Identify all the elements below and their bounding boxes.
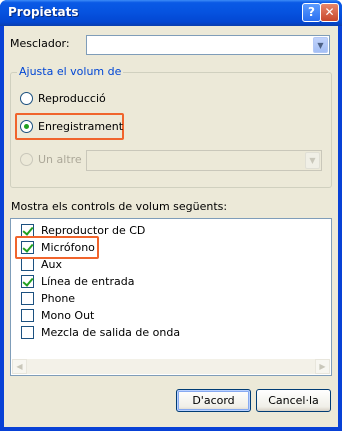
list-item[interactable]: Mono Out: [41, 309, 94, 322]
window-title: Propietats: [8, 5, 79, 19]
controls-label: Mostra els controls de volum següents:: [11, 200, 228, 213]
other-dropdown[interactable]: ▼: [86, 150, 322, 171]
list-item[interactable]: Mezcla de salida de onda: [41, 326, 180, 339]
radio-playback[interactable]: [20, 92, 33, 105]
list-item[interactable]: Aux: [41, 258, 62, 271]
cancel-button[interactable]: Cancel·la: [256, 389, 331, 412]
horizontal-scrollbar[interactable]: ◀ ▶: [12, 359, 330, 374]
list-item[interactable]: Línea de entrada: [41, 275, 134, 288]
checkbox-wave-out-mix[interactable]: [21, 326, 34, 339]
radio-playback-label[interactable]: Reproducció: [38, 92, 106, 105]
list-item[interactable]: Phone: [41, 292, 75, 305]
chevron-down-icon[interactable]: ▼: [313, 37, 328, 53]
chevron-down-icon[interactable]: ▼: [305, 152, 320, 169]
title-bar[interactable]: Propietats ? ✕: [0, 0, 342, 26]
radio-other-label[interactable]: Un altre: [38, 153, 82, 166]
checkbox-aux[interactable]: [21, 258, 34, 271]
checkbox-mono-out[interactable]: [21, 309, 34, 322]
close-button[interactable]: ✕: [320, 3, 339, 22]
dialog-body: Mesclador: ▼ Ajusta el volum de Reproduc…: [4, 26, 338, 427]
arrow-left-icon[interactable]: ◀: [12, 359, 27, 374]
mixer-dropdown[interactable]: ▼: [86, 35, 330, 55]
volume-group-title: Ajusta el volum de: [17, 65, 124, 78]
help-button[interactable]: ?: [302, 3, 321, 22]
checkbox-phone[interactable]: [21, 292, 34, 305]
ok-button[interactable]: D'acord: [176, 389, 251, 412]
mixer-label: Mesclador:: [10, 37, 70, 50]
radio-other[interactable]: [20, 153, 33, 166]
microphone-highlight: [15, 236, 99, 259]
radio-recording[interactable]: [20, 120, 33, 133]
radio-recording-label[interactable]: Enregistrament: [38, 120, 123, 133]
checkbox-line-in[interactable]: [21, 275, 34, 288]
properties-dialog: Propietats ? ✕ Mesclador: ▼ Ajusta el vo…: [0, 0, 342, 431]
arrow-right-icon[interactable]: ▶: [315, 359, 330, 374]
